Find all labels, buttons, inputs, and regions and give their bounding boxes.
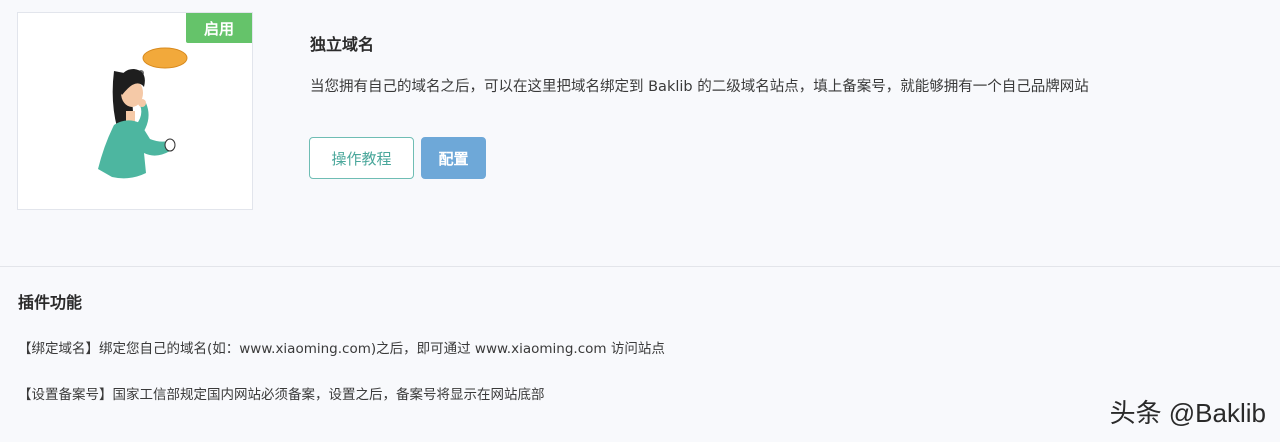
- section-divider: [0, 266, 1280, 267]
- function-item-bind-domain: 【绑定域名】绑定您自己的域名(如：www.xiaoming.com)之后，即可通…: [18, 341, 665, 357]
- plugin-thumbnail: 启用: [17, 12, 253, 210]
- function-item-icp-number: 【设置备案号】国家工信部规定国内网站必须备案，设置之后，备案号将显示在网站底部: [18, 387, 545, 403]
- page: 启用 独立域名 当您拥有自己的域名之后，可以在这里把域名绑定到 Baklib 的…: [0, 0, 1280, 442]
- plugin-card: 启用 独立域名 当您拥有自己的域名之后，可以在这里把域名绑定到 Baklib 的…: [0, 0, 1280, 266]
- plugin-title: 独立域名: [310, 35, 375, 54]
- plugin-description: 当您拥有自己的域名之后，可以在这里把域名绑定到 Baklib 的二级域名站点，填…: [310, 79, 1089, 95]
- status-badge: 启用: [186, 13, 252, 43]
- functions-title: 插件功能: [18, 293, 83, 312]
- config-button[interactable]: 配置: [421, 137, 486, 179]
- tutorial-button[interactable]: 操作教程: [309, 137, 414, 179]
- watermark: 头条 @Baklib: [1109, 398, 1266, 428]
